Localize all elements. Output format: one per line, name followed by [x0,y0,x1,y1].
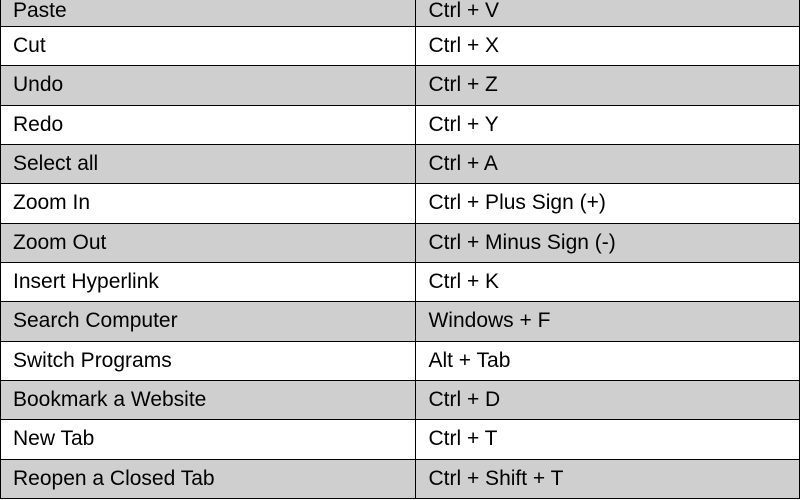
key-cell: Alt + Tab [416,341,800,380]
key-cell: Ctrl + Minus Sign (-) [416,223,800,262]
table-row: Select allCtrl + A [1,145,800,184]
shortcuts-tbody: PasteCtrl + VCutCtrl + XUndoCtrl + ZRedo… [1,0,800,499]
key-cell: Ctrl + Plus Sign (+) [416,184,800,223]
table-row: Search ComputerWindows + F [1,302,800,341]
action-cell: Zoom Out [1,223,416,262]
key-cell: Ctrl + Y [416,105,800,144]
key-cell: Ctrl + Shift + T [416,459,800,498]
key-cell: Ctrl + K [416,263,800,302]
table-row: PasteCtrl + V [1,0,800,27]
action-cell: Search Computer [1,302,416,341]
key-cell: Windows + F [416,302,800,341]
table-row: UndoCtrl + Z [1,66,800,105]
table-row: Insert HyperlinkCtrl + K [1,263,800,302]
action-cell: Switch Programs [1,341,416,380]
key-cell: Ctrl + D [416,381,800,420]
action-cell: New Tab [1,420,416,459]
action-cell: Reopen a Closed Tab [1,459,416,498]
table-row: Zoom OutCtrl + Minus Sign (-) [1,223,800,262]
table-row: RedoCtrl + Y [1,105,800,144]
action-cell: Cut [1,27,416,66]
shortcuts-table: PasteCtrl + VCutCtrl + XUndoCtrl + ZRedo… [0,0,800,499]
action-cell: Insert Hyperlink [1,263,416,302]
key-cell: Ctrl + A [416,145,800,184]
action-cell: Zoom In [1,184,416,223]
action-cell: Select all [1,145,416,184]
key-cell: Ctrl + V [416,0,800,27]
action-cell: Undo [1,66,416,105]
table-row: Switch ProgramsAlt + Tab [1,341,800,380]
table-row: New TabCtrl + T [1,420,800,459]
action-cell: Paste [1,0,416,27]
key-cell: Ctrl + T [416,420,800,459]
key-cell: Ctrl + Z [416,66,800,105]
table-row: Zoom InCtrl + Plus Sign (+) [1,184,800,223]
action-cell: Redo [1,105,416,144]
table-row: Reopen a Closed TabCtrl + Shift + T [1,459,800,498]
action-cell: Bookmark a Website [1,381,416,420]
table-row: CutCtrl + X [1,27,800,66]
table-row: Bookmark a WebsiteCtrl + D [1,381,800,420]
key-cell: Ctrl + X [416,27,800,66]
